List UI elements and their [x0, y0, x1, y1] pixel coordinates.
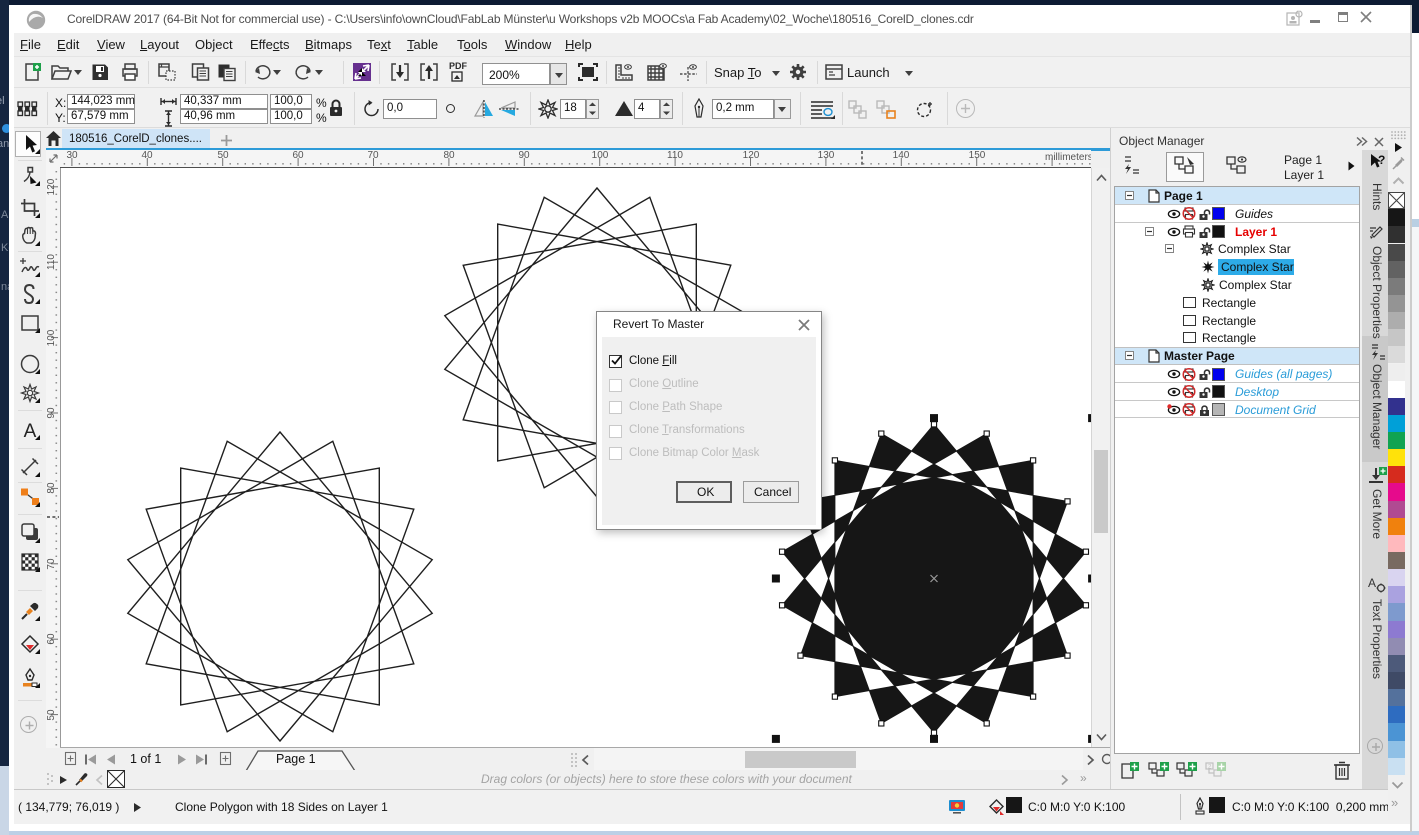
svg-text:A: A [24, 421, 37, 441]
svg-text:A: A [1368, 576, 1376, 590]
svg-text:?: ? [1378, 153, 1385, 167]
